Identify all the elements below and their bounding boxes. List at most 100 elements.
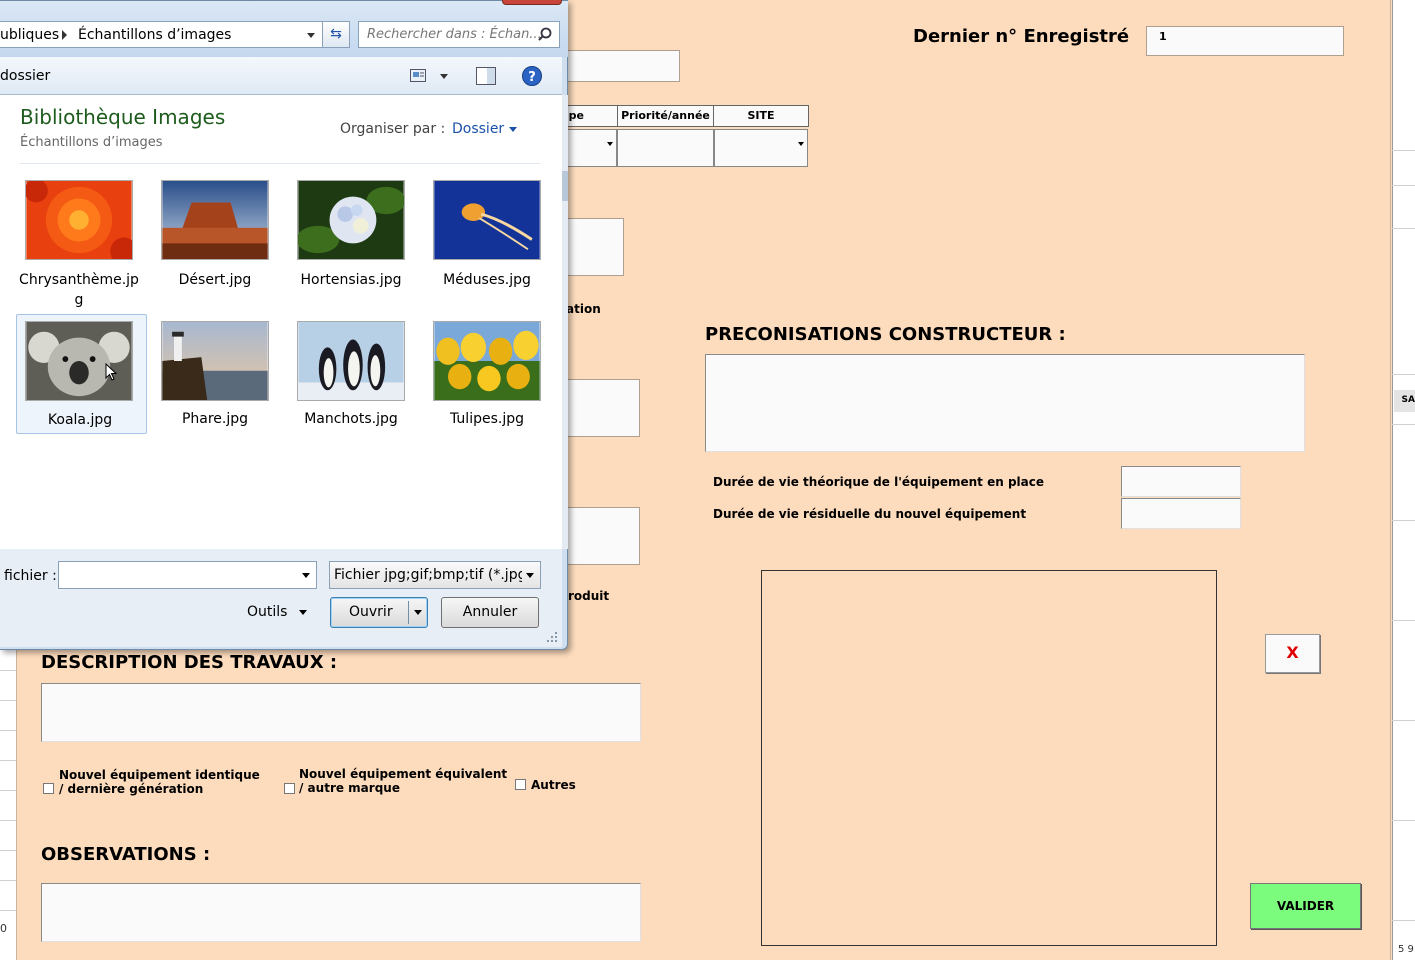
description-field[interactable] xyxy=(41,683,641,742)
svg-text:?: ? xyxy=(528,70,536,85)
file-item-desert[interactable]: Désert.jpg xyxy=(147,175,283,311)
resize-grip-icon[interactable] xyxy=(546,631,558,643)
split-divider xyxy=(408,601,409,624)
file-item-chrysantheme[interactable]: Chrysanthème.jp g xyxy=(11,175,147,311)
close-button[interactable] xyxy=(502,0,562,5)
organize-label: Organiser par : xyxy=(340,121,446,137)
type-combo[interactable] xyxy=(560,129,617,167)
file-item-manchots[interactable]: Manchots.jpg xyxy=(283,316,419,434)
breadcrumb-separator-icon[interactable] xyxy=(62,30,67,40)
chk-equivalent-label: Nouvel équipement équivalent / autre marq… xyxy=(299,767,507,795)
search-box[interactable]: Rechercher dans : Échan... xyxy=(358,21,560,48)
new-folder-button[interactable]: dossier xyxy=(0,68,50,84)
dialog-bottom-pane: fichier : Fichier jpg;gif;bmp;tif (*.jpg… xyxy=(0,549,562,647)
thumbnail-tulipes[interactable] xyxy=(433,321,541,401)
preconisations-field[interactable] xyxy=(705,354,1305,452)
file-name: Tulipes.jpg xyxy=(450,411,524,427)
observations-field[interactable] xyxy=(41,883,641,942)
file-open-dialog: ubliques Échantillons d’images ⇆ Recherc… xyxy=(0,0,568,650)
filetype-value: Fichier jpg;gif;bmp;tif (*.jpg; xyxy=(334,567,522,583)
thumbnail-chrysantheme[interactable] xyxy=(25,180,133,260)
filename-input[interactable] xyxy=(58,561,317,589)
image-frame xyxy=(761,570,1217,946)
field-mid-partial-3[interactable] xyxy=(560,507,640,565)
thumbnail-phare[interactable] xyxy=(161,321,269,401)
chk-identique[interactable] xyxy=(43,783,54,794)
view-options-icon[interactable] xyxy=(410,69,426,82)
file-name: Désert.jpg xyxy=(178,272,252,288)
chk-identique-label: Nouvel équipement identique / dernière gé… xyxy=(59,768,260,796)
chevron-down-icon[interactable] xyxy=(526,573,534,578)
tools-label: Outils xyxy=(247,604,288,620)
search-input[interactable]: Rechercher dans : Échan... xyxy=(367,27,542,42)
filename-label: fichier : xyxy=(4,568,57,584)
library-subtitle: Échantillons d’images xyxy=(20,135,163,150)
address-bar[interactable]: ubliques Échantillons d’images xyxy=(0,21,350,48)
dernier-field[interactable]: 1 xyxy=(1146,26,1344,56)
chevron-down-icon[interactable] xyxy=(302,573,310,578)
column-header-fragment: SA xyxy=(1394,390,1415,412)
chevron-down-icon[interactable] xyxy=(414,610,422,615)
priorite-field[interactable] xyxy=(617,129,714,167)
open-button[interactable]: Ouvrir xyxy=(330,597,428,628)
site-combo[interactable] xyxy=(714,129,808,167)
filetype-select[interactable]: Fichier jpg;gif;bmp;tif (*.jpg; xyxy=(329,561,541,589)
search-icon[interactable] xyxy=(537,27,553,43)
duree-theorique-field[interactable] xyxy=(1121,466,1241,497)
preview-pane-icon[interactable] xyxy=(476,67,496,85)
duree-residuelle-label: Durée de vie résiduelle du nouvel équipe… xyxy=(713,507,1027,521)
library-title: Bibliothèque Images xyxy=(20,105,226,129)
thumbnail-manchots[interactable] xyxy=(297,321,405,401)
file-item-phare[interactable]: Phare.jpg xyxy=(147,316,283,434)
dialog-toolbar: dossier ? xyxy=(0,57,562,95)
partial-label-roduit: roduit xyxy=(568,589,610,603)
clear-image-button[interactable]: X xyxy=(1265,634,1320,673)
description-title: DESCRIPTION DES TRAVAUX : xyxy=(41,652,338,673)
thumbnail-meduses[interactable] xyxy=(433,180,541,260)
thumbnail-desert[interactable] xyxy=(161,180,269,260)
chevron-down-icon[interactable] xyxy=(307,33,315,38)
duree-theorique-label: Durée de vie théorique de l'équipement e… xyxy=(713,475,1044,489)
duree-residuelle-field[interactable] xyxy=(1121,498,1241,529)
breadcrumb-prev[interactable]: ubliques xyxy=(0,27,59,43)
column-header-type: pe xyxy=(560,105,618,127)
open-button-label: Ouvrir xyxy=(349,604,393,620)
refresh-icon[interactable]: ⇆ xyxy=(322,21,350,48)
valider-button[interactable]: VALIDER xyxy=(1250,883,1361,929)
chevron-down-icon xyxy=(798,142,804,146)
file-item-koala[interactable]: Koala.jpg xyxy=(16,314,147,434)
breadcrumb-current[interactable]: Échantillons d’images xyxy=(78,27,231,43)
help-icon[interactable]: ? xyxy=(522,66,542,86)
grid-line xyxy=(0,820,16,821)
file-item-meduses[interactable]: Méduses.jpg xyxy=(419,175,555,311)
cancel-button[interactable]: Annuler xyxy=(441,597,539,628)
file-name-part: g xyxy=(74,292,84,308)
file-name: Hortensias.jpg xyxy=(300,272,402,288)
file-name: Chrysanthème.jp g xyxy=(11,270,147,310)
column-header-site: SITE xyxy=(713,105,809,127)
spreadsheet-edge-left xyxy=(0,640,16,960)
grid-line xyxy=(0,670,16,671)
scrollbar-thumb[interactable] xyxy=(562,171,568,201)
tools-menu[interactable]: Outils xyxy=(247,604,308,620)
dernier-value: 1 xyxy=(1159,30,1167,43)
chk-autres[interactable] xyxy=(515,779,526,790)
grid-line xyxy=(1392,720,1415,721)
chevron-down-icon[interactable] xyxy=(509,126,518,132)
thumbnail-hortensias[interactable] xyxy=(297,180,405,260)
file-item-tulipes[interactable]: Tulipes.jpg xyxy=(419,316,555,434)
scrollbar[interactable] xyxy=(562,95,568,549)
chk-equivalent[interactable] xyxy=(284,783,295,794)
field-mid-partial-1[interactable] xyxy=(560,218,624,276)
grid-line xyxy=(1392,150,1415,151)
thumbnail-koala[interactable] xyxy=(25,321,133,401)
preconisations-title: PRECONISATIONS CONSTRUCTEUR : xyxy=(705,324,1066,345)
organize-dropdown[interactable]: Dossier xyxy=(452,121,518,137)
file-item-hortensias[interactable]: Hortensias.jpg xyxy=(283,175,419,311)
field-mid-partial-2[interactable] xyxy=(560,379,640,437)
chevron-down-icon[interactable] xyxy=(299,609,308,615)
chk-autres-label: Autres xyxy=(531,778,576,792)
grid-line xyxy=(0,910,16,911)
field-top-partial[interactable] xyxy=(560,50,680,82)
chevron-down-icon[interactable] xyxy=(440,74,448,79)
